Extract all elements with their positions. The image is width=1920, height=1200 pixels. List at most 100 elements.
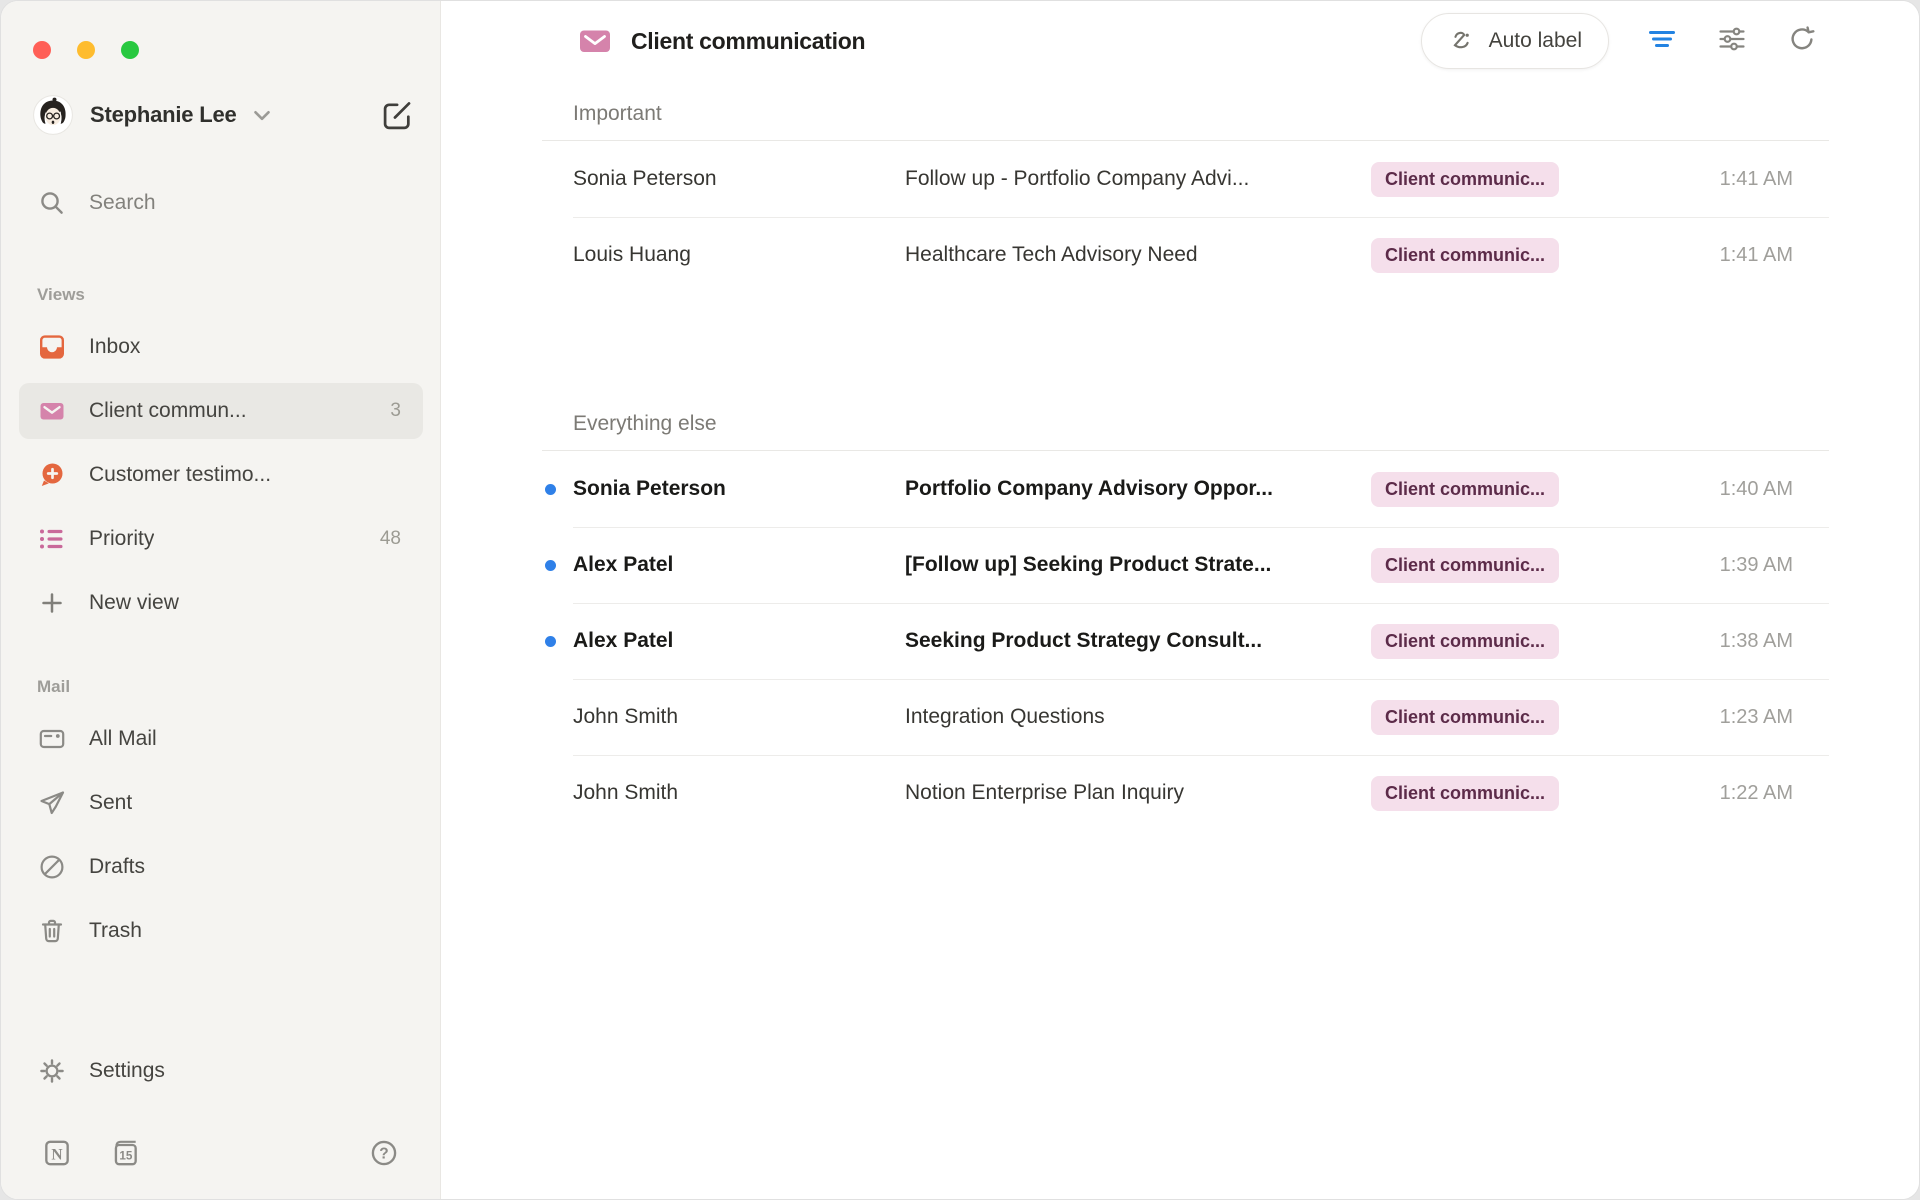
avatar: [33, 95, 73, 135]
email-sender: Alex Patel: [573, 553, 673, 577]
filter-button[interactable]: [1645, 23, 1679, 57]
sidebar-section-label: Views: [37, 285, 422, 305]
email-time: 1:41 AM: [1649, 244, 1829, 267]
email-row[interactable]: John Smith Notion Enterprise Plan Inquiry…: [542, 755, 1829, 831]
help-button[interactable]: ?: [368, 1137, 400, 1169]
email-time: 1:23 AM: [1649, 706, 1829, 729]
sidebar-item-label: Drafts: [89, 855, 145, 879]
sidebar-item-label: Settings: [89, 1059, 165, 1083]
app-window: Stephanie Lee: [0, 0, 1920, 1200]
search-icon: [37, 188, 67, 218]
sidebar-item-label: Trash: [89, 919, 142, 943]
unread-dot: [545, 560, 556, 571]
sidebar-item-inbox[interactable]: Inbox: [19, 319, 423, 375]
sidebar-item-trash[interactable]: Trash: [19, 903, 423, 959]
notion-app-button[interactable]: N: [41, 1137, 73, 1169]
sidebar-item-customer-testimo[interactable]: Customer testimo...: [19, 447, 423, 503]
email-label-badge[interactable]: Client communic...: [1371, 548, 1559, 583]
all-mail-icon: [37, 724, 67, 754]
sidebar-item-all-mail[interactable]: All Mail: [19, 711, 423, 767]
sidebar-item-sent[interactable]: Sent: [19, 775, 423, 831]
email-row[interactable]: Alex Patel [Follow up] Seeking Product St…: [542, 527, 1829, 603]
email-subject: Notion Enterprise Plan Inquiry: [905, 781, 1371, 805]
close-button[interactable]: [33, 41, 51, 59]
header-actions: Auto label: [1421, 13, 1819, 69]
priority-list-icon: [37, 524, 67, 554]
unread-dot: [545, 636, 556, 647]
sidebar-bottom: Settings N 15: [1, 1043, 440, 1199]
svg-text:N: N: [51, 1147, 62, 1164]
sidebar-item-count: 3: [390, 400, 401, 422]
sidebar-navigation: Views Inbox Client commun...3 Customer test…: [1, 239, 440, 967]
minimize-button[interactable]: [77, 41, 95, 59]
chat-plus-icon: [37, 460, 67, 490]
email-sender: John Smith: [573, 781, 678, 805]
profile-name: Stephanie Lee: [90, 102, 237, 128]
email-label-badge[interactable]: Client communic...: [1371, 624, 1559, 659]
bottom-app-row: N 15: [41, 1137, 400, 1169]
trash-icon: [37, 916, 67, 946]
display-settings-button[interactable]: [1715, 23, 1749, 57]
auto-label-label: Auto label: [1489, 29, 1582, 53]
email-label-badge[interactable]: Client communic...: [1371, 162, 1559, 197]
email-sender: Alex Patel: [573, 629, 673, 653]
email-section: ImportantSonia PetersonFollow up - Portf…: [542, 101, 1829, 293]
email-row[interactable]: Alex Patel Seeking Product Strategy Consu…: [542, 603, 1829, 679]
refresh-icon: [1787, 24, 1817, 54]
email-row[interactable]: Sonia Peterson Follow up - Portfolio Comp…: [542, 141, 1829, 217]
notion-calendar-app-button[interactable]: 15: [109, 1137, 141, 1169]
maximize-button[interactable]: [121, 41, 139, 59]
mail-header-icon: [577, 26, 613, 56]
email-rows: Sonia Peterson Follow up - Portfolio Comp…: [542, 140, 1829, 293]
chevron-down-icon: [249, 102, 275, 128]
email-time: 1:22 AM: [1649, 782, 1829, 805]
envelope-icon: [37, 396, 67, 426]
email-time: 1:40 AM: [1649, 478, 1829, 501]
account-switcher[interactable]: Stephanie Lee: [33, 95, 275, 135]
email-label-badge[interactable]: Client communic...: [1371, 472, 1559, 507]
search-button[interactable]: Search: [19, 175, 423, 231]
auto-label-icon: [1448, 27, 1476, 55]
sidebar-item-settings[interactable]: Settings: [19, 1043, 423, 1099]
plus-icon: [37, 588, 67, 618]
sidebar-item-count: 48: [380, 528, 401, 550]
sidebar-item-label: Sent: [89, 791, 132, 815]
sidebar-item-drafts[interactable]: Drafts: [19, 839, 423, 895]
search-label: Search: [89, 191, 156, 215]
email-sender: Sonia Peterson: [573, 167, 717, 191]
email-row[interactable]: Louis HuangHealthcare Tech Advisory Need…: [542, 217, 1829, 293]
auto-label-button[interactable]: Auto label: [1421, 13, 1609, 69]
compose-icon: [380, 98, 414, 132]
email-subject: Follow up - Portfolio Company Advi...: [905, 167, 1371, 191]
filter-icon: [1647, 24, 1677, 54]
window-controls: [1, 1, 440, 59]
sidebar-item-client-commun[interactable]: Client commun...3: [19, 383, 423, 439]
sidebar-item-label: Customer testimo...: [89, 463, 271, 487]
page-title: Client communication: [631, 28, 865, 55]
sidebar-item-label: Priority: [89, 527, 154, 551]
main-content: Client communication Auto label Importan…: [441, 1, 1919, 1199]
email-subject: [Follow up] Seeking Product Strate...: [905, 553, 1371, 577]
refresh-button[interactable]: [1785, 23, 1819, 57]
compose-button[interactable]: [378, 96, 416, 134]
send-icon: [37, 788, 67, 818]
email-row[interactable]: Sonia PetersonPortfolio Company Advisory…: [542, 451, 1829, 527]
email-time: 1:41 AM: [1649, 168, 1829, 191]
email-time: 1:39 AM: [1649, 554, 1829, 577]
gear-icon: [37, 1056, 67, 1086]
calendar-icon: 15: [109, 1137, 141, 1169]
email-label-badge[interactable]: Client communic...: [1371, 700, 1559, 735]
sidebar-item-priority[interactable]: Priority 48: [19, 511, 423, 567]
email-subject: Integration Questions: [905, 705, 1371, 729]
view-header: Client communication Auto label: [441, 1, 1919, 65]
email-sender: John Smith: [573, 705, 678, 729]
sidebar-item-new-view[interactable]: New view: [19, 575, 423, 631]
svg-text:15: 15: [119, 1150, 133, 1163]
email-row[interactable]: John Smith Integration QuestionsClient co…: [542, 679, 1829, 755]
email-label-badge[interactable]: Client communic...: [1371, 776, 1559, 811]
email-subject: Seeking Product Strategy Consult...: [905, 629, 1371, 653]
email-time: 1:38 AM: [1649, 630, 1829, 653]
email-sender: Sonia Peterson: [573, 477, 726, 501]
sliders-icon: [1717, 24, 1747, 54]
email-label-badge[interactable]: Client communic...: [1371, 238, 1559, 273]
